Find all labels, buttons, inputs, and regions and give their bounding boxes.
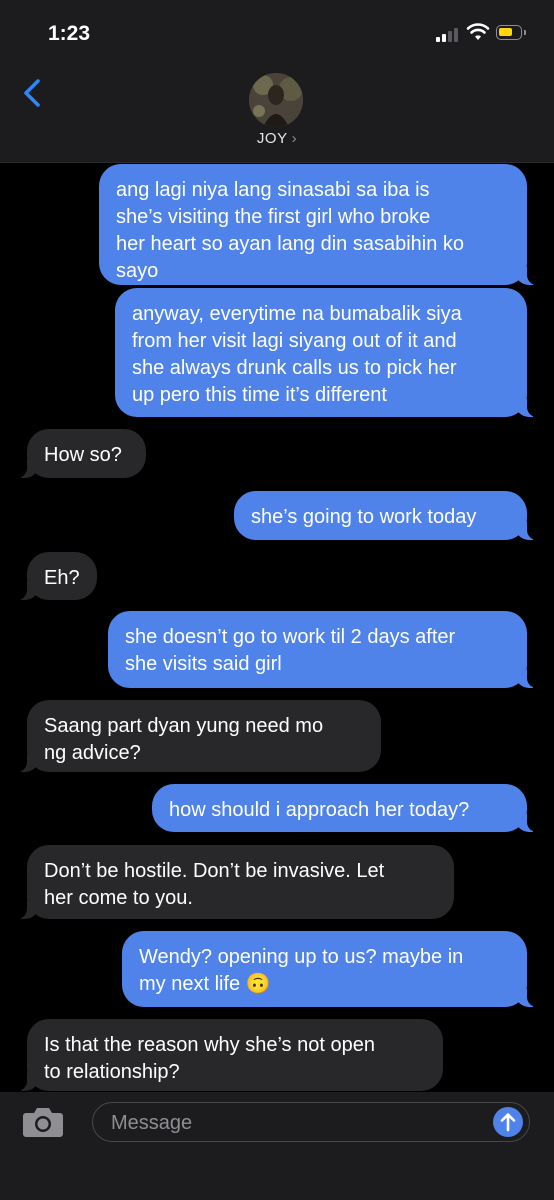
message-bubble-outgoing[interactable]: Wendy? opening up to us? maybe in my nex… [122,931,537,1007]
contact-avatar[interactable] [249,73,303,127]
camera-icon[interactable] [22,1104,64,1138]
message-bubble-outgoing[interactable]: she doesn’t go to work til 2 days after … [108,611,537,688]
send-button[interactable] [493,1107,523,1137]
chevron-right-icon: › [291,130,298,147]
message-bubble-incoming[interactable]: How so? [17,429,146,478]
message-input-bar [0,1092,554,1200]
message-bubble-outgoing[interactable]: ang lagi niya lang sinasabi sa iba is sh… [99,164,537,285]
message-bubble-incoming[interactable]: Saang part dyan yung need mo ng advice? [17,700,381,772]
message-bubble-incoming[interactable]: Is that the reason why she’s not open to… [17,1019,443,1091]
back-chevron-icon[interactable] [18,78,46,108]
contact-name: JOY [256,130,288,147]
message-bubble-outgoing[interactable]: how should i approach her today? [152,784,537,832]
wifi-icon [466,23,490,40]
message-bubble-incoming[interactable]: Eh? [17,552,97,600]
message-input[interactable] [109,1107,473,1139]
status-time: 1:23 [48,22,91,45]
cellular-signal-icon [436,26,460,42]
battery-icon [496,25,526,40]
message-bubble-incoming[interactable]: Don’t be hostile. Don’t be invasive. Let… [17,845,454,919]
conversation-header: JOY › [0,66,554,163]
status-bar: 1:23 [0,0,554,66]
arrow-up-icon [500,1113,516,1132]
message-bubble-outgoing[interactable]: she’s going to work today [234,491,537,540]
message-field[interactable] [92,1102,530,1142]
contact-name-button[interactable]: JOY › [0,130,554,147]
message-bubble-outgoing[interactable]: anyway, everytime na bumabalik siya from… [115,288,537,417]
